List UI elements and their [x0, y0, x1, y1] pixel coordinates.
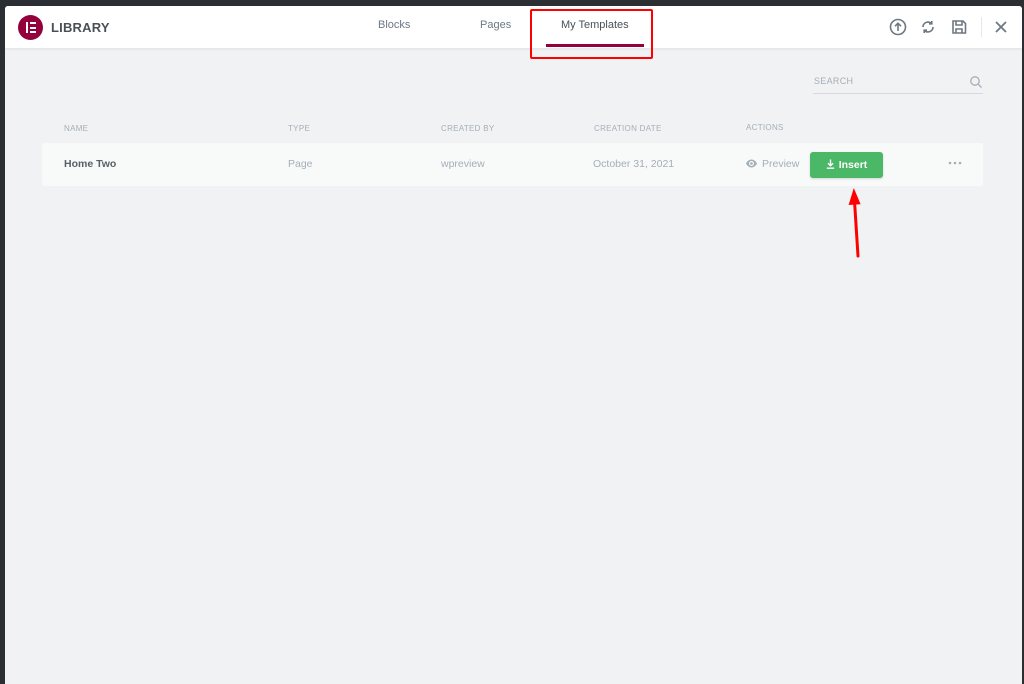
search-input[interactable]: SEARCH — [813, 72, 983, 94]
search-icon[interactable] — [969, 75, 983, 89]
template-name: Home Two — [64, 158, 117, 170]
library-header: LIBRARY Blocks Pages My Templates — [5, 6, 1022, 48]
template-row: Home Two Page wpreview October 31, 2021 … — [42, 143, 983, 186]
column-header-creation-date: CREATION DATE — [594, 124, 662, 133]
library-modal: LIBRARY Blocks Pages My Templates SEARCH… — [5, 6, 1022, 684]
insert-button[interactable]: Insert — [810, 152, 883, 178]
template-created-by: wpreview — [441, 158, 485, 170]
template-creation-date: October 31, 2021 — [593, 158, 675, 170]
annotation-arrow — [848, 188, 861, 258]
column-header-created-by: CREATED BY — [441, 124, 495, 133]
eye-icon — [746, 159, 757, 168]
upload-icon[interactable] — [888, 17, 908, 37]
sync-icon[interactable] — [918, 17, 938, 37]
search-placeholder: SEARCH — [814, 76, 854, 86]
column-header-name: NAME — [64, 124, 89, 133]
insert-label: Insert — [838, 159, 868, 171]
tab-pages[interactable]: Pages — [480, 19, 511, 31]
tab-blocks[interactable]: Blocks — [378, 19, 410, 31]
save-icon[interactable] — [949, 17, 969, 37]
column-header-type: TYPE — [288, 124, 311, 133]
header-divider — [981, 17, 982, 37]
template-type: Page — [288, 158, 313, 170]
more-options-icon[interactable] — [947, 155, 963, 171]
my-templates-highlight — [530, 9, 653, 59]
column-header-actions: ACTIONS — [746, 123, 784, 132]
elementor-logo-icon — [18, 15, 43, 40]
close-icon[interactable] — [991, 17, 1011, 37]
library-title: LIBRARY — [51, 20, 110, 35]
preview-label: Preview — [762, 158, 800, 170]
download-icon — [826, 159, 834, 169]
preview-button[interactable]: Preview — [746, 158, 799, 170]
